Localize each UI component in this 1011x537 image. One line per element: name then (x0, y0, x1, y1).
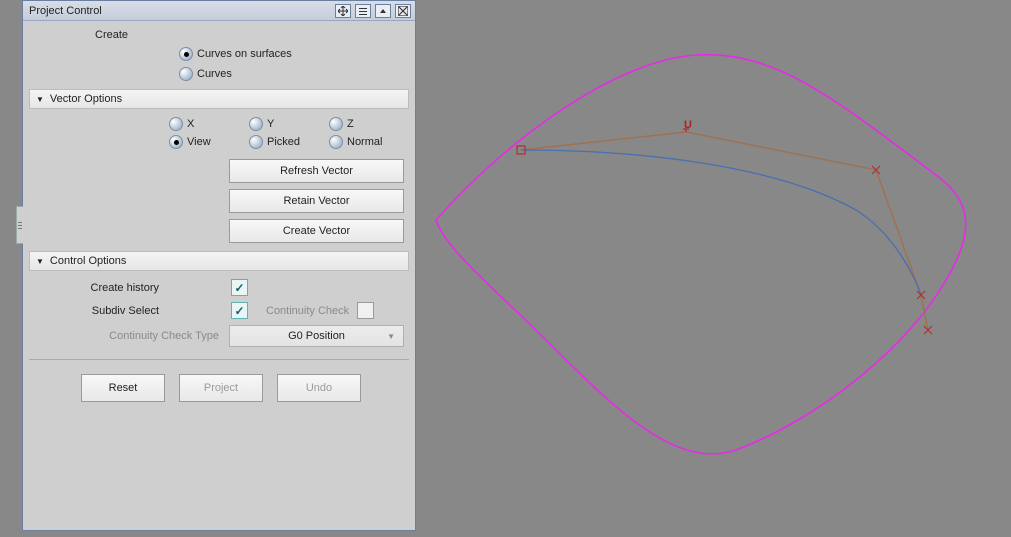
titlebar: Project Control (23, 1, 415, 21)
radio-icon (329, 117, 343, 131)
project-control-panel: Project Control Create Curves on surface… (22, 0, 416, 531)
radio-curves[interactable]: Curves (179, 67, 232, 81)
surface-curve-render: U (416, 0, 1011, 534)
radio-icon (179, 47, 193, 61)
radio-y[interactable]: Y (249, 117, 311, 131)
continuity-check-label: Continuity Check (266, 305, 349, 317)
chevron-down-icon: ▼ (36, 257, 44, 266)
radio-picked[interactable]: Picked (249, 135, 311, 149)
subdiv-select-checkbox[interactable] (231, 302, 248, 319)
radio-label: Y (267, 118, 274, 130)
section-title: Vector Options (50, 93, 122, 105)
radio-icon (329, 135, 343, 149)
viewport-3d[interactable]: U (416, 0, 1011, 534)
panel-grip[interactable] (16, 206, 23, 244)
window-title: Project Control (29, 5, 331, 17)
create-vector-button[interactable]: Create Vector (229, 219, 404, 243)
radio-label: Curves on surfaces (197, 48, 292, 60)
section-title: Control Options (50, 255, 126, 267)
create-history-checkbox[interactable] (231, 279, 248, 296)
refresh-vector-button[interactable]: Refresh Vector (229, 159, 404, 183)
radio-label: View (187, 136, 211, 148)
titlebar-collapse-icon[interactable] (375, 4, 391, 18)
project-button[interactable]: Project (179, 374, 263, 402)
divider (29, 359, 409, 360)
titlebar-menu-icon[interactable] (355, 4, 371, 18)
section-vector-options[interactable]: ▼ Vector Options (29, 89, 409, 109)
u-parameter-label: U (684, 119, 692, 131)
radio-icon (179, 67, 193, 81)
radio-icon (169, 135, 183, 149)
select-value: G0 Position (288, 330, 345, 342)
undo-button[interactable]: Undo (277, 374, 361, 402)
reset-button[interactable]: Reset (81, 374, 165, 402)
chevron-down-icon: ▼ (387, 332, 395, 341)
chevron-down-icon: ▼ (36, 95, 44, 104)
radio-icon (249, 135, 263, 149)
radio-icon (169, 117, 183, 131)
radio-label: Z (347, 118, 354, 130)
titlebar-move-icon[interactable] (335, 4, 351, 18)
create-heading: Create (29, 29, 169, 41)
radio-label: X (187, 118, 194, 130)
create-history-label: Create history (29, 282, 169, 294)
radio-label: Curves (197, 68, 232, 80)
radio-label: Normal (347, 136, 382, 148)
radio-z[interactable]: Z (329, 117, 391, 131)
radio-view[interactable]: View (169, 135, 231, 149)
radio-icon (249, 117, 263, 131)
subdiv-select-label: Subdiv Select (29, 305, 169, 317)
continuity-check-type-label: Continuity Check Type (29, 330, 229, 342)
section-control-options[interactable]: ▼ Control Options (29, 251, 409, 271)
radio-label: Picked (267, 136, 300, 148)
titlebar-close-icon[interactable] (395, 4, 411, 18)
continuity-check-checkbox[interactable] (357, 302, 374, 319)
radio-normal[interactable]: Normal (329, 135, 391, 149)
radio-x[interactable]: X (169, 117, 231, 131)
continuity-check-type-select[interactable]: G0 Position ▼ (229, 325, 404, 347)
radio-curves-on-surfaces[interactable]: Curves on surfaces (179, 47, 292, 61)
retain-vector-button[interactable]: Retain Vector (229, 189, 404, 213)
